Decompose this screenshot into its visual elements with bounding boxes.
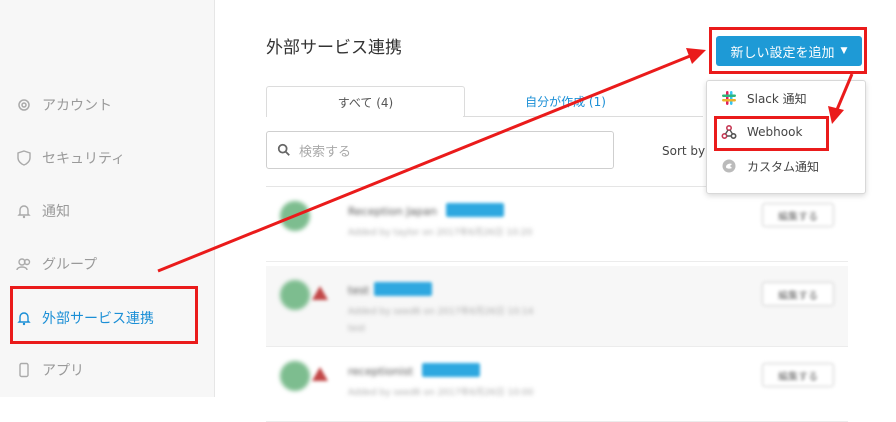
arrowhead-to-webhook [828,106,844,124]
arrow-line-to-add-button [157,54,691,273]
annotation-arrows [157,48,854,273]
arrowhead-to-add-button [686,48,706,64]
arrow-line-to-webhook [834,73,854,113]
